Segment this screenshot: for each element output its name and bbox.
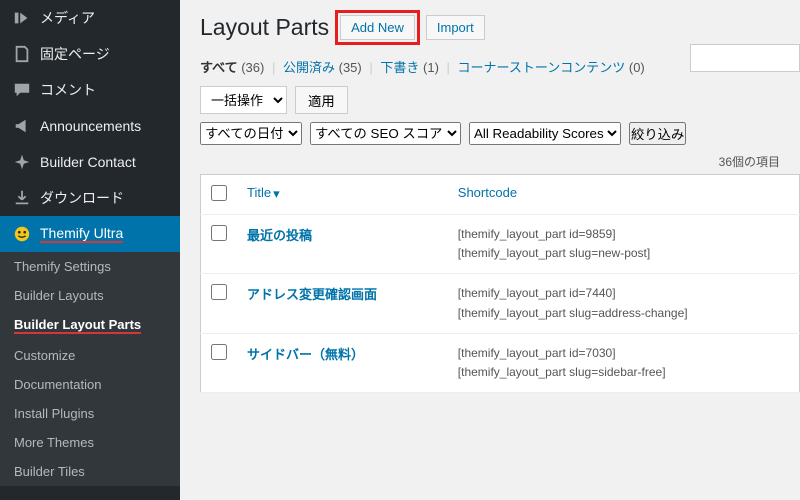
sidebar-item-label: Builder Contact: [40, 154, 136, 170]
sidebar-item-downloads[interactable]: ダウンロード: [0, 180, 180, 216]
row-shortcode: [themify_layout_part id=7440][themify_la…: [448, 274, 800, 333]
secondary-filters: すべての日付 すべての SEO スコア All Readability Scor…: [200, 122, 800, 145]
readability-filter-select[interactable]: All Readability Scores: [469, 122, 621, 145]
row-title-link[interactable]: アドレス変更確認画面: [247, 287, 377, 302]
sidebar-submenu: Themify Settings Builder Layouts Builder…: [0, 252, 180, 486]
search-input[interactable]: [690, 44, 800, 72]
sidebar-item-label: メディア: [40, 8, 95, 28]
filter-cornerstone[interactable]: コーナーストーンコンテンツ: [458, 60, 626, 75]
filter-draft-count: (1): [423, 60, 439, 75]
bulk-action-select[interactable]: 一括操作: [200, 86, 287, 114]
search-box: [690, 44, 800, 72]
media-icon: [12, 8, 32, 28]
sidebar-item-builder-contact[interactable]: Builder Contact: [0, 144, 180, 180]
column-shortcode: Shortcode: [448, 175, 800, 215]
row-checkbox[interactable]: [211, 284, 227, 300]
apply-button[interactable]: 適用: [295, 86, 348, 114]
row-shortcode: [themify_layout_part id=7030][themify_la…: [448, 333, 800, 392]
filter-published-count: (35): [339, 60, 362, 75]
row-title-link[interactable]: 最近の投稿: [247, 228, 312, 243]
submenu-install-plugins[interactable]: Install Plugins: [0, 399, 180, 428]
main-content: Layout Parts Add New Import すべて (36) | 公…: [180, 0, 800, 500]
megaphone-icon: [12, 116, 32, 136]
column-title[interactable]: Title▾: [237, 175, 448, 215]
filter-cornerstone-count: (0): [629, 60, 645, 75]
import-button[interactable]: Import: [426, 15, 485, 40]
filter-all-label: すべて: [200, 60, 238, 75]
sidebar-item-label: Announcements: [40, 118, 141, 134]
page-icon: [12, 44, 32, 64]
row-shortcode: [themify_layout_part id=9859][themify_la…: [448, 215, 800, 274]
highlight-box: Add New: [335, 10, 420, 45]
submenu-themify-settings[interactable]: Themify Settings: [0, 252, 180, 281]
row-title-link[interactable]: サイドバー（無料）: [247, 347, 364, 362]
submenu-customize[interactable]: Customize: [0, 341, 180, 370]
submenu-builder-tiles[interactable]: Builder Tiles: [0, 457, 180, 486]
comment-icon: [12, 80, 32, 100]
row-checkbox[interactable]: [211, 225, 227, 241]
submenu-builder-layout-parts[interactable]: Builder Layout Parts: [0, 310, 180, 341]
item-count: 36個の項目: [200, 149, 800, 174]
submenu-builder-layouts[interactable]: Builder Layouts: [0, 281, 180, 310]
filter-published[interactable]: 公開済み: [283, 60, 335, 75]
sidebar-item-pages[interactable]: 固定ページ: [0, 36, 180, 72]
sidebar-item-announcements[interactable]: Announcements: [0, 108, 180, 144]
sidebar-item-label: コメント: [40, 80, 96, 100]
layout-parts-table: Title▾ Shortcode 最近の投稿 [themify_layout_p…: [200, 174, 800, 393]
download-icon: [12, 188, 32, 208]
pin-icon: [12, 152, 32, 172]
sidebar-item-themify-ultra[interactable]: Themify Ultra: [0, 216, 180, 252]
themify-icon: [12, 224, 32, 244]
table-row: 最近の投稿 [themify_layout_part id=9859][them…: [201, 215, 800, 274]
seo-filter-select[interactable]: すべての SEO スコア: [310, 122, 461, 145]
sidebar-item-label: ダウンロード: [40, 188, 124, 208]
table-row: アドレス変更確認画面 [themify_layout_part id=7440]…: [201, 274, 800, 333]
page-title: Layout Parts: [200, 14, 329, 41]
select-all-checkbox[interactable]: [211, 185, 227, 201]
filter-button[interactable]: 絞り込み: [629, 122, 686, 145]
select-all-header: [201, 175, 238, 215]
bulk-action-bar: 一括操作 適用: [200, 86, 800, 114]
submenu-more-themes[interactable]: More Themes: [0, 428, 180, 457]
add-new-button[interactable]: Add New: [340, 15, 415, 40]
table-row: サイドバー（無料） [themify_layout_part id=7030][…: [201, 333, 800, 392]
filter-all-count: (36): [241, 60, 264, 75]
filter-draft[interactable]: 下書き: [380, 60, 419, 75]
admin-sidebar: メディア 固定ページ コメント Announcements Builder Co…: [0, 0, 180, 500]
sort-icon: ▾: [273, 186, 280, 202]
sidebar-item-label: Themify Ultra: [40, 225, 123, 243]
sidebar-item-label: 固定ページ: [40, 44, 110, 64]
row-checkbox[interactable]: [211, 344, 227, 360]
sidebar-item-comments[interactable]: コメント: [0, 72, 180, 108]
date-filter-select[interactable]: すべての日付: [200, 122, 302, 145]
submenu-documentation[interactable]: Documentation: [0, 370, 180, 399]
sidebar-item-media[interactable]: メディア: [0, 0, 180, 36]
